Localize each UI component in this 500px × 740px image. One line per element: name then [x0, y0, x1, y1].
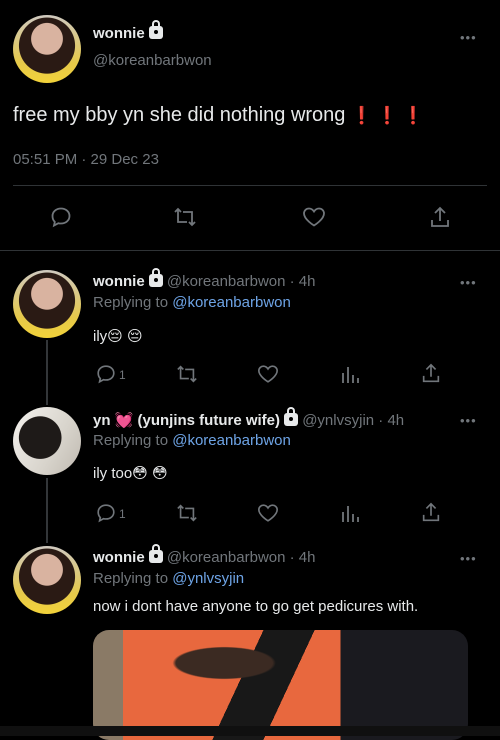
avatar[interactable]: [13, 407, 81, 475]
reply-icon[interactable]: [95, 502, 117, 524]
replying-to: Replying to @koreanbarbwon: [93, 294, 291, 311]
reply-text: ily😔 😔: [93, 328, 143, 345]
author-name[interactable]: wonnie: [93, 273, 145, 290]
retweet-icon[interactable]: [175, 502, 199, 524]
author-handle-time[interactable]: @koreanbarbwon · 4h: [167, 549, 316, 566]
author-handle[interactable]: @koreanbarbwon: [93, 52, 212, 69]
share-icon[interactable]: [420, 501, 442, 525]
author-name[interactable]: wonnie: [93, 549, 145, 566]
avatar[interactable]: [13, 270, 81, 338]
lock-icon: [148, 268, 163, 287]
author-handle-time[interactable]: @ynlvsyjin · 4h: [302, 412, 404, 429]
divider: [13, 185, 487, 186]
reply-header: wonnie @koreanbarbwon · 4h: [93, 268, 316, 290]
reply-text: now i dont have anyone to go get pedicur…: [93, 598, 419, 615]
tweet-timestamp[interactable]: 05:51 PM · 29 Dec 23: [13, 151, 159, 168]
more-options-icon[interactable]: •••: [460, 413, 477, 428]
replying-to: Replying to @ynlvsyjin: [93, 570, 244, 587]
reply-icon[interactable]: [95, 363, 117, 385]
reply-text: ily too😳 😳: [93, 465, 168, 482]
replying-to-link[interactable]: @koreanbarbwon: [172, 294, 291, 311]
tweet-text: free my bby yn she did nothing wrong ❗ ❗…: [13, 104, 424, 127]
author-name-text: wonnie: [93, 25, 145, 42]
author-name[interactable]: yn 💓 (yunjins future wife): [93, 412, 280, 429]
more-options-icon[interactable]: •••: [460, 551, 477, 566]
replying-to-link[interactable]: @koreanbarbwon: [172, 432, 291, 449]
avatar[interactable]: [13, 15, 81, 83]
lock-icon: [148, 544, 163, 563]
like-icon[interactable]: [256, 363, 280, 385]
reply-icon[interactable]: [49, 205, 73, 229]
author-handle-time[interactable]: @koreanbarbwon · 4h: [167, 273, 316, 290]
like-icon[interactable]: [301, 205, 327, 229]
reply-header: yn 💓 (yunjins future wife) @ynlvsyjin · …: [93, 407, 404, 429]
exclamation-icons: ❗ ❗ ❗: [350, 106, 424, 125]
thread-line: [46, 478, 48, 543]
tweet-text-body: free my bby yn she did nothing wrong: [13, 104, 346, 126]
replying-label: Replying to: [93, 432, 169, 449]
reply-header: wonnie @koreanbarbwon · 4h: [93, 544, 316, 566]
retweet-icon[interactable]: [175, 363, 199, 385]
replying-to-link[interactable]: @ynlvsyjin: [172, 570, 244, 587]
divider: [0, 250, 500, 251]
thread-line: [46, 340, 48, 405]
author-name[interactable]: wonnie: [93, 20, 163, 42]
reply-count: 1: [119, 368, 126, 382]
lock-icon: [284, 407, 299, 426]
analytics-icon[interactable]: [339, 502, 361, 524]
attached-photo[interactable]: [93, 630, 468, 740]
retweet-icon[interactable]: [172, 205, 198, 229]
reply-count: 1: [119, 507, 126, 521]
replying-label: Replying to: [93, 294, 169, 311]
more-options-icon[interactable]: •••: [460, 275, 477, 290]
share-icon[interactable]: [428, 205, 452, 231]
analytics-icon[interactable]: [339, 363, 361, 385]
like-icon[interactable]: [256, 502, 280, 524]
more-options-icon[interactable]: •••: [460, 30, 477, 45]
replying-label: Replying to: [93, 570, 169, 587]
lock-icon: [148, 20, 163, 39]
replying-to: Replying to @koreanbarbwon: [93, 432, 291, 449]
avatar[interactable]: [13, 546, 81, 614]
share-icon[interactable]: [420, 362, 442, 386]
bottom-edge: [0, 726, 500, 736]
